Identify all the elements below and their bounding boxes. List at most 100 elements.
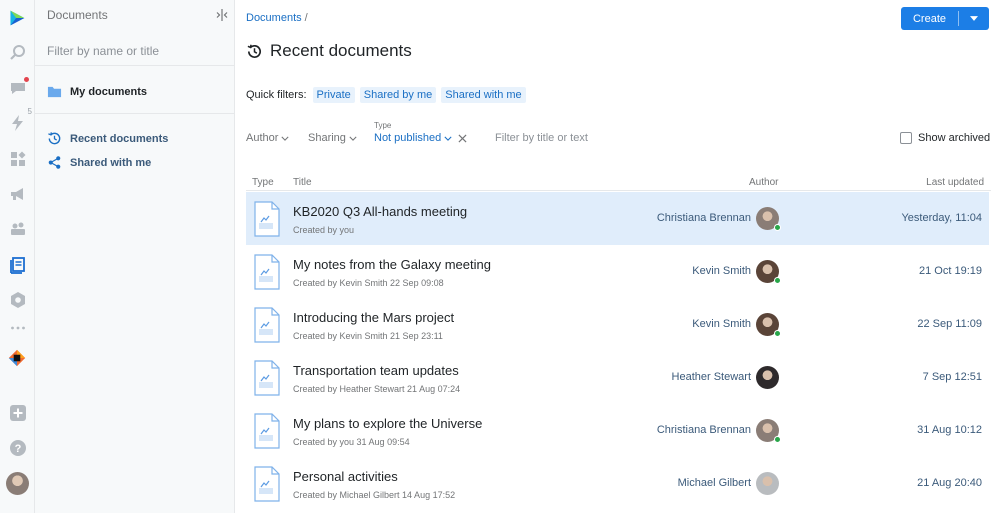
documents-sidebar: Documents My documents Recent documents … [35,0,235,513]
type-filter-value: Not published [374,132,442,144]
add-icon[interactable] [8,403,27,422]
type-filter-caption: Type [374,121,392,130]
help-icon[interactable]: ? [8,438,27,457]
sidebar-item-recent-documents[interactable]: Recent documents [47,131,168,146]
column-type[interactable]: Type [252,177,274,188]
column-title[interactable]: Title [293,177,312,188]
table-row[interactable]: Introducing the Mars project Created by K… [246,298,989,351]
page-title: Recent documents [246,41,412,61]
table-row[interactable]: My notes from the Galaxy meeting Created … [246,245,989,298]
show-archived-toggle[interactable]: Show archived [900,132,990,144]
document-created-by: Created by Michael Gilbert 14 Aug 17:52 [293,490,456,500]
document-last-updated: 21 Oct 19:19 [919,265,982,277]
history-icon [247,44,262,58]
chevron-down-icon [281,136,289,141]
unread-dot [24,77,29,82]
document-title[interactable]: KB2020 Q3 All-hands meeting [293,204,467,219]
filter-by-name-input[interactable] [47,44,227,58]
show-archived-label: Show archived [918,132,991,144]
collapse-sidebar-icon[interactable] [215,8,229,22]
app-rail: 5 ? [0,0,35,513]
svg-text:?: ? [14,443,21,455]
quick-filter-shared-with-me[interactable]: Shared with me [441,87,526,103]
quick-filters: Quick filters: Private Shared by me Shar… [246,87,526,103]
chevron-down-icon [444,136,452,141]
sidebar-filter [35,38,234,66]
knowledge-base-icon[interactable] [8,255,27,274]
quick-filters-label: Quick filters: [246,89,307,101]
document-title[interactable]: My notes from the Galaxy meeting [293,257,491,272]
page-title-text: Recent documents [270,41,412,60]
hexagon-icon[interactable] [8,290,27,309]
user-avatar[interactable] [6,472,29,495]
column-author[interactable]: Author [749,177,778,188]
create-dropdown-chevron-icon[interactable] [959,16,989,21]
sidebar-divider [35,113,234,114]
breadcrumb-documents-link[interactable]: Documents [246,12,302,24]
document-icon [254,307,280,343]
document-author[interactable]: Kevin Smith [692,318,751,330]
filter-by-title-input[interactable] [495,132,645,144]
team-icon[interactable] [8,219,27,238]
author-avatar[interactable] [756,366,779,389]
online-status-dot [774,436,781,443]
online-status-dot [774,224,781,231]
share-icon [48,156,61,169]
quick-filter-private[interactable]: Private [312,87,355,103]
chevron-down-icon [349,136,357,141]
table-row[interactable]: My plans to explore the Universe Created … [246,404,989,457]
history-icon [48,132,61,145]
table-row[interactable]: Personal activities Created by Michael Gi… [246,457,989,510]
document-last-updated: 31 Aug 10:12 [917,424,982,436]
main-content: Documents / Create Recent documents Quick… [235,0,1000,513]
folder-icon [47,86,62,98]
document-author[interactable]: Michael Gilbert [678,477,751,489]
more-icon[interactable] [8,318,27,337]
clear-type-filter-icon[interactable] [458,132,467,146]
show-archived-checkbox[interactable] [900,132,912,144]
document-author[interactable]: Heather Stewart [672,371,751,383]
column-last-updated[interactable]: Last updated [926,177,984,188]
author-avatar[interactable] [756,472,779,495]
document-last-updated: Yesterday, 11:04 [901,212,982,224]
sidebar-title: Documents [47,8,108,22]
sidebar-item-label: Recent documents [70,132,169,145]
lightning-icon[interactable]: 5 [8,107,32,132]
document-icon [254,466,280,502]
quick-filter-shared-by-me[interactable]: Shared by me [359,87,437,103]
chat-icon[interactable] [8,77,29,97]
document-title[interactable]: My plans to explore the Universe [293,416,482,431]
document-created-by: Created by Kevin Smith 22 Sep 09:08 [293,278,444,288]
table-row[interactable]: Transportation team updates Created by He… [246,351,989,404]
apps-logo-icon[interactable] [6,347,28,369]
sidebar-item-shared-with-me[interactable]: Shared with me [47,155,151,170]
document-last-updated: 21 Aug 20:40 [917,477,982,489]
create-button-label: Create [912,12,947,25]
sidebar-item-my-documents[interactable]: My documents [47,84,147,99]
document-author[interactable]: Kevin Smith [692,265,751,277]
online-status-dot [774,277,781,284]
sharing-filter-dropdown[interactable]: Sharing [308,132,357,144]
sidebar-item-label: My documents [70,85,148,98]
document-title[interactable]: Personal activities [293,469,398,484]
search-icon[interactable] [8,43,27,62]
sidebar-item-label: Shared with me [70,156,152,169]
document-created-by: Created by you 31 Aug 09:54 [293,437,410,447]
document-last-updated: 22 Sep 11:09 [917,318,982,330]
app-logo-icon[interactable] [6,7,28,29]
document-title[interactable]: Introducing the Mars project [293,310,454,325]
document-last-updated: 7 Sep 12:51 [922,371,982,383]
document-icon [254,413,280,449]
author-filter-dropdown[interactable]: Author [246,132,289,144]
document-author[interactable]: Christiana Brennan [657,424,751,436]
document-created-by: Created by Heather Stewart 21 Aug 07:24 [293,384,461,394]
document-author[interactable]: Christiana Brennan [657,212,751,224]
document-title[interactable]: Transportation team updates [293,363,459,378]
document-icon [254,254,280,290]
megaphone-icon[interactable] [8,184,27,203]
document-icon [254,360,280,396]
type-filter-dropdown[interactable]: Not published [374,132,452,144]
table-row[interactable]: KB2020 Q3 All-hands meeting Created by yo… [246,192,989,245]
widgets-icon[interactable] [8,149,27,168]
create-button[interactable]: Create [901,7,989,30]
